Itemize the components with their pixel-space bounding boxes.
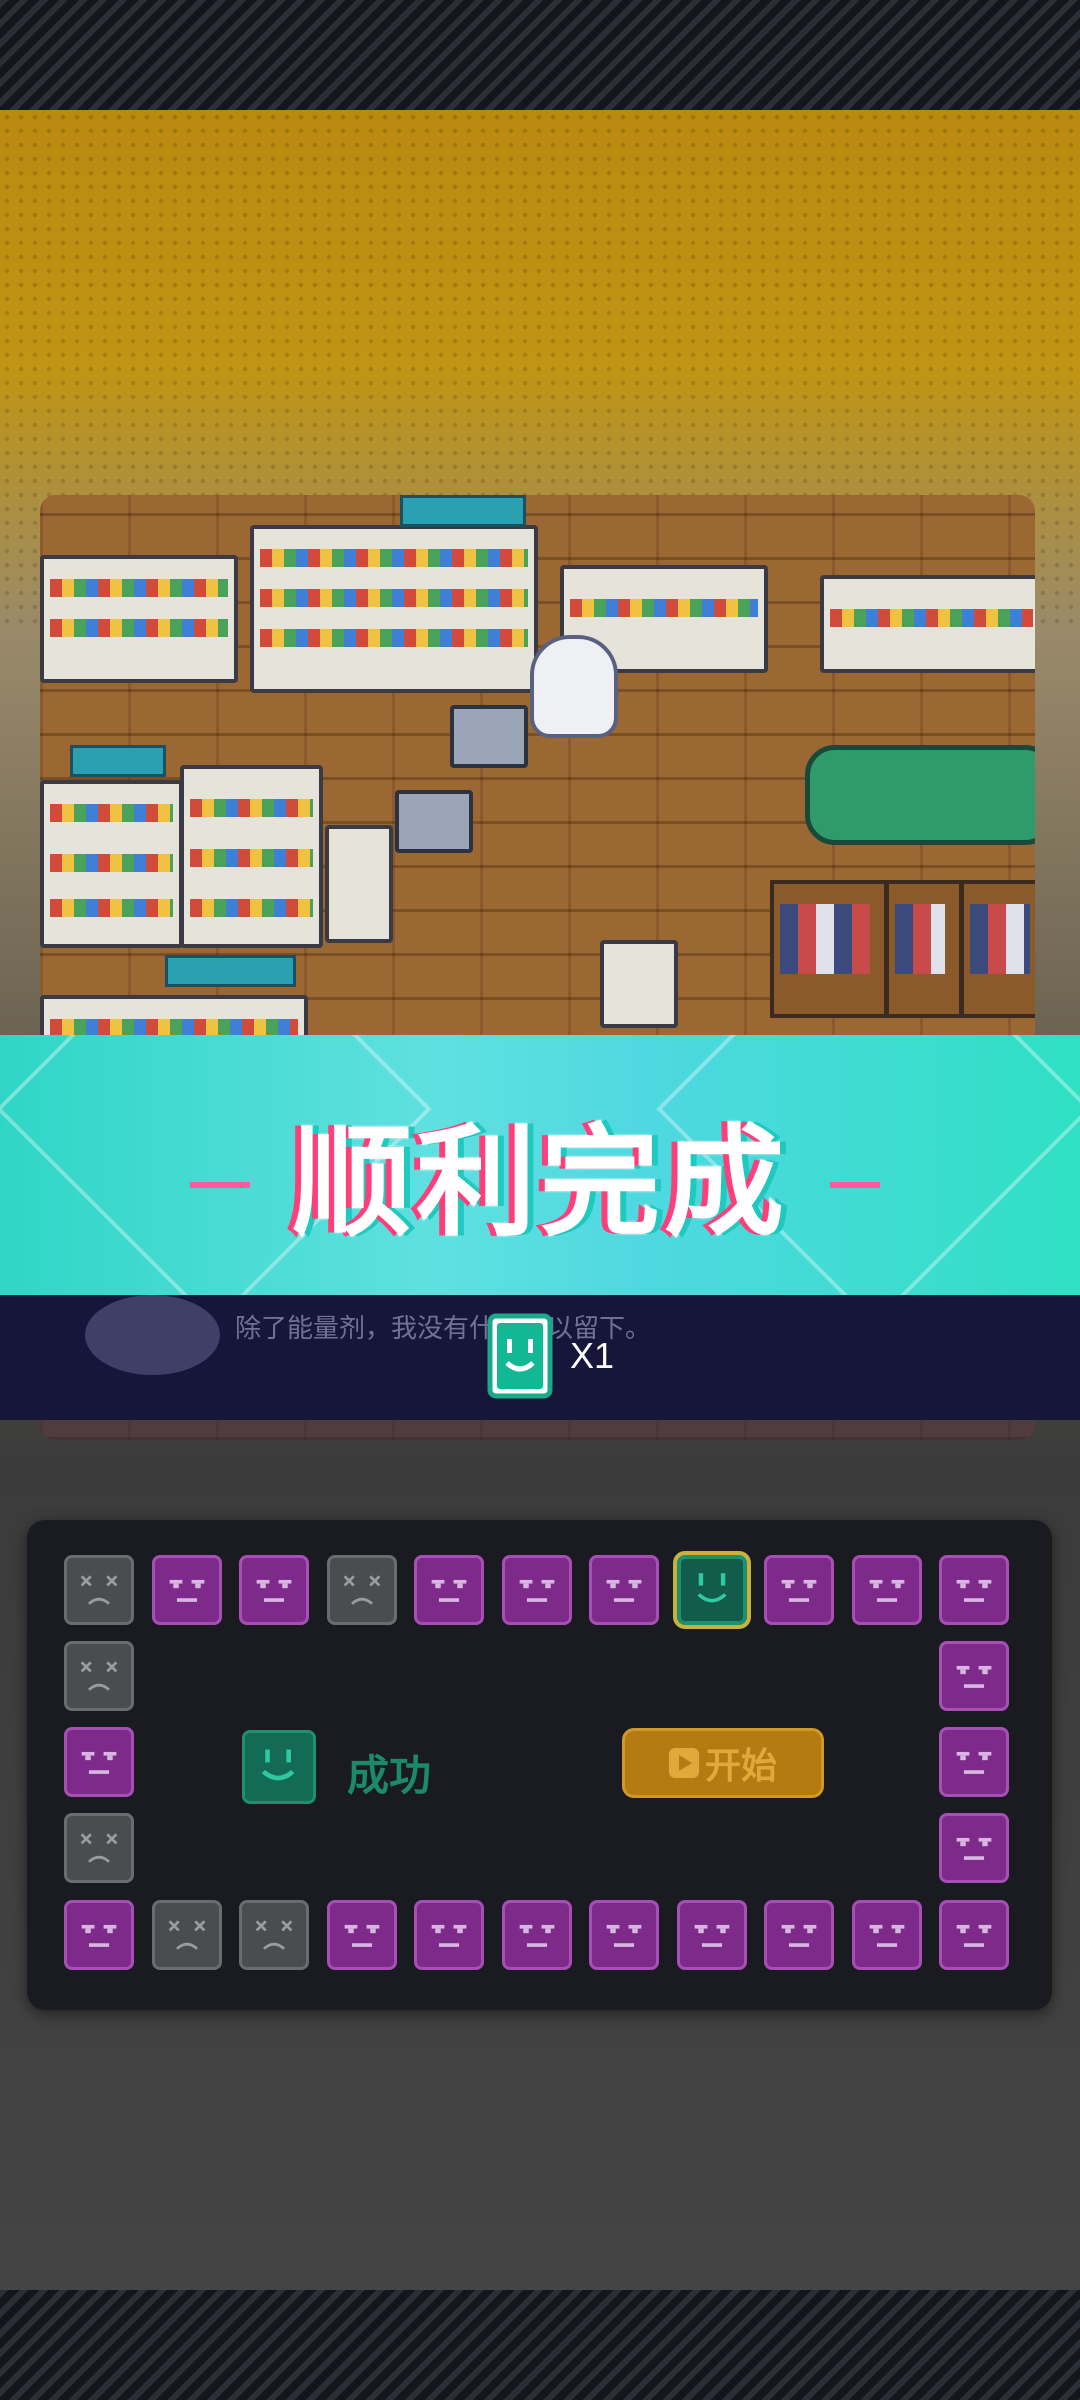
start-label: 开始 [704,1746,777,1787]
bottom-row-11-bad-face-tile [939,1900,1009,1970]
bottom-row-5-bad-face-tile [414,1900,484,1970]
top-row-7-bad-face-tile [589,1555,659,1625]
bottom-row-10-bad-face-tile [851,1900,922,1970]
bottom-row-7-bad-face-tile [589,1900,659,1970]
success-smile-icon [242,1730,316,1804]
bottom-row-2-dead-face-tile [151,1900,222,1970]
top-row-11-bad-face-tile [939,1555,1009,1625]
top-row-9-bad-face-tile [764,1555,834,1625]
top-row-8-good-face-tile [676,1555,747,1625]
left-col-1-dead-face-tile [64,1641,134,1711]
success-label: 成功 [347,1751,432,1800]
bottom-row-4-bad-face-tile [326,1900,397,1970]
right-col-1-bad-face-tile [939,1641,1009,1711]
top-row-6-bad-face-tile [501,1555,572,1625]
top-row-3-bad-face-tile [239,1555,309,1625]
top-row-2-bad-face-tile [151,1555,222,1625]
right-col-2-bad-face-tile [939,1727,1009,1797]
completion-banner: 顺利完成 [0,1035,1080,1295]
top-row-4-dead-face-tile [326,1555,397,1625]
play-icon [668,1748,699,1778]
navigation-bar-strip [0,2290,1080,2400]
top-row-10-bad-face-tile [851,1555,922,1625]
bottom-row-6-bad-face-tile [501,1900,572,1970]
banner-title: 顺利完成 [292,1114,788,1253]
reward-count: X1 [570,1335,615,1376]
bottom-row-8-bad-face-tile [676,1900,747,1970]
bottom-row-9-bad-face-tile [764,1900,834,1970]
bottom-row-1-bad-face-tile [64,1900,134,1970]
start-button[interactable]: 开始 [622,1728,824,1798]
top-row-5-bad-face-tile [414,1555,484,1625]
left-col-3-dead-face-tile [64,1813,134,1883]
bottom-row-3-dead-face-tile [239,1900,309,1970]
dialog-avatar [85,1295,220,1375]
mood-board: 成功 开始 [27,1520,1052,2010]
player-character [530,635,618,738]
left-col-2-bad-face-tile [64,1727,134,1797]
status-bar-strip [0,0,1080,110]
smile-card-icon [487,1313,553,1399]
right-col-3-bad-face-tile [939,1813,1009,1883]
top-row-1-dead-face-tile [64,1555,134,1625]
